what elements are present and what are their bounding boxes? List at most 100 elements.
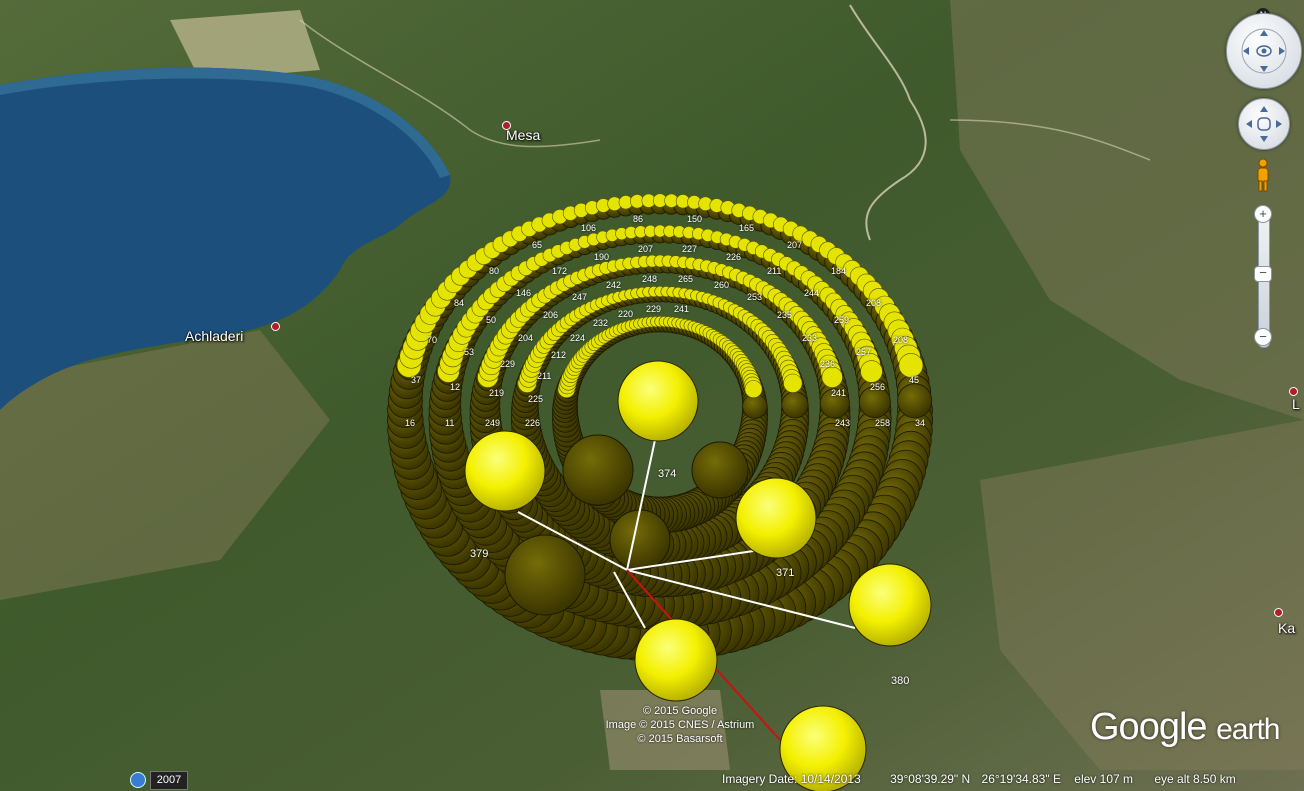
small-marker — [783, 373, 803, 393]
marker-label-small: 249 — [485, 418, 501, 428]
marker-label-small: 150 — [687, 214, 703, 224]
place-label-achladeri[interactable]: Achladeri — [185, 328, 243, 344]
marker-label-small: 37 — [411, 375, 422, 385]
marker-label-small: 225 — [528, 394, 544, 404]
dark-marker — [897, 383, 933, 419]
marker-label-small: 50 — [486, 315, 497, 325]
marker-label-small: 65 — [532, 240, 543, 250]
marker-label-small: 226 — [525, 418, 541, 428]
zoom-in-icon[interactable]: + — [1254, 205, 1272, 223]
marker-label-small: 241 — [674, 304, 690, 314]
small-marker — [821, 366, 843, 388]
copyright-line: © 2015 Google — [642, 705, 718, 717]
marker-label-small: 12 — [450, 382, 461, 392]
marker-label-small: 226 — [726, 252, 742, 262]
pegman-icon[interactable] — [1255, 158, 1271, 192]
marker-label-small: 260 — [714, 280, 730, 290]
place-dot-ka — [1274, 608, 1283, 617]
big-marker[interactable] — [735, 477, 817, 559]
marker-label-small: 207 — [787, 240, 803, 250]
elevation: elev 107 m — [1074, 772, 1133, 786]
marker-label-small: 106 — [581, 223, 597, 233]
marker-label-small: 211 — [537, 371, 552, 381]
marker-label-small: 86 — [633, 214, 644, 224]
marker-label: 380 — [891, 675, 910, 687]
place-label-l[interactable]: L — [1292, 396, 1300, 412]
marker-label-small: 233 — [802, 333, 818, 343]
marker-label-small: 253 — [747, 292, 763, 302]
marker-label-small: 80 — [489, 266, 500, 276]
marker-label-small: 241 — [831, 388, 847, 398]
big-marker[interactable] — [634, 618, 718, 702]
google-earth-logo: Google earth — [1090, 706, 1281, 749]
zoom-out-icon[interactable]: − — [1254, 328, 1272, 346]
dark-marker — [781, 391, 809, 419]
marker-label-small: 146 — [516, 288, 532, 298]
small-marker — [860, 360, 883, 383]
marker-label-small: 248 — [642, 274, 658, 284]
marker-label-small: 184 — [831, 266, 847, 276]
marker-label-small: 259 — [834, 315, 850, 325]
move-arrows — [1246, 106, 1282, 142]
place-label-ka[interactable]: Ka — [1278, 620, 1295, 636]
marker-label-small: 206 — [543, 310, 559, 320]
marker-label-small: 235 — [777, 310, 793, 320]
marker-label-small: 212 — [551, 350, 567, 360]
zoom-slider-handle[interactable]: − — [1254, 266, 1272, 282]
history-icon[interactable] — [130, 772, 146, 788]
place-dot-achladeri — [271, 322, 280, 331]
marker-label-small: 219 — [489, 388, 505, 398]
latitude: 39°08'39.29" N — [890, 772, 971, 786]
big-marker[interactable] — [848, 563, 932, 647]
copyright-line: Image © 2015 CNES / Astrium — [605, 719, 755, 731]
place-dot-l — [1289, 387, 1298, 396]
marker-label-small: 207 — [638, 244, 654, 254]
marker-label-small: 256 — [870, 382, 886, 392]
marker-label-small: 229 — [646, 304, 662, 314]
look-icon[interactable] — [1226, 13, 1302, 89]
marker-label-small: 11 — [445, 418, 455, 428]
marker-label-small: 257 — [856, 347, 872, 357]
longitude: 26°19'34.83" E — [981, 772, 1061, 786]
marker-label-small: 247 — [572, 292, 588, 302]
small-marker — [744, 380, 763, 399]
marker-label-small: 70 — [427, 335, 438, 345]
marker-label: 379 — [470, 548, 489, 560]
copyright-line: © 2015 Basarsoft — [637, 733, 723, 745]
earth-map[interactable] — [0, 0, 1304, 791]
copyright-notice: © 2015 Google Image © 2015 CNES / Astriu… — [560, 704, 800, 746]
big-marker[interactable] — [617, 360, 699, 442]
place-label-mesa[interactable]: Mesa — [506, 127, 540, 143]
marker-label-small: 190 — [594, 252, 610, 262]
move-icon[interactable] — [1238, 98, 1290, 150]
marker-label-small: 236 — [820, 359, 836, 369]
marker-label-small: 84 — [454, 298, 465, 308]
small-marker — [898, 353, 924, 378]
historical-imagery-year[interactable]: 2007 — [150, 771, 188, 790]
marker-label-small: 165 — [739, 223, 755, 233]
logo-google: Google — [1090, 706, 1208, 748]
marker-label-small: 204 — [518, 333, 534, 343]
marker-label-small: 53 — [464, 347, 475, 357]
marker-label-small: 208 — [866, 298, 882, 308]
marker-label-small: 258 — [875, 418, 891, 428]
marker-label: 374 — [658, 468, 677, 480]
eye-altitude: eye alt 8.50 km — [1154, 772, 1236, 786]
marker-label-small: 16 — [405, 418, 416, 428]
status-bar: Imagery Date: 10/14/2013 39°08'39.29" N … — [722, 772, 1262, 786]
marker-label-small: 34 — [915, 418, 926, 428]
marker-label-small: 224 — [570, 333, 586, 343]
dark-marker — [691, 441, 749, 499]
marker-label-small: 232 — [593, 318, 609, 328]
imagery-date: Imagery Date: 10/14/2013 — [722, 772, 861, 786]
logo-earth: earth — [1216, 713, 1280, 746]
marker-label: 371 — [776, 567, 795, 579]
big-marker[interactable] — [464, 430, 546, 512]
marker-label-small: 208 — [893, 335, 909, 345]
dark-marker — [609, 509, 671, 571]
marker-label-small: 45 — [909, 375, 920, 385]
marker-label-small: 243 — [835, 418, 851, 428]
look-arrows — [1241, 28, 1287, 74]
dark-marker — [562, 434, 634, 506]
dark-marker — [504, 534, 586, 616]
